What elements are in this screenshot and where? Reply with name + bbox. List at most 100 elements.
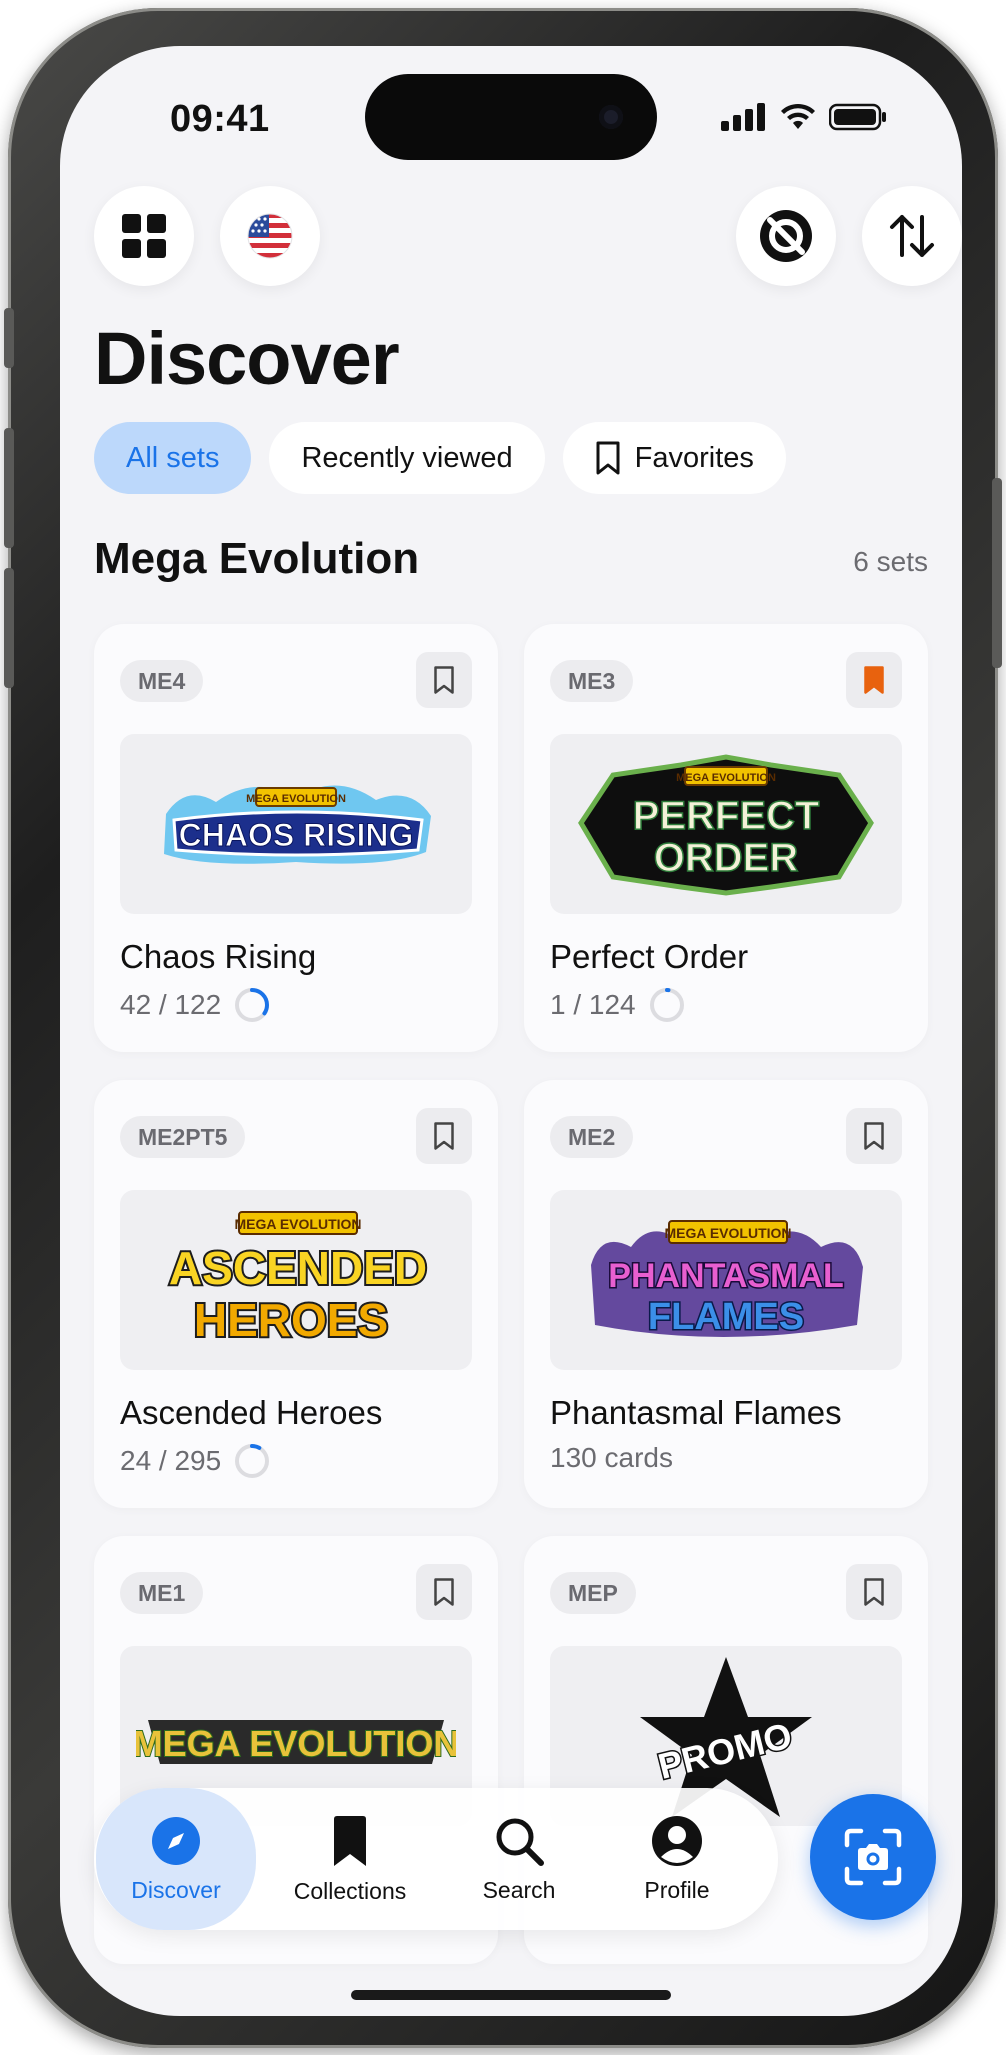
home-indicator — [351, 1990, 671, 2000]
set-progress: 24 / 295 — [120, 1442, 271, 1480]
bookmark-button[interactable] — [846, 1108, 902, 1164]
chip-label: Favorites — [634, 441, 754, 474]
set-card-count: 130 cards — [550, 1442, 673, 1473]
chip-label: Recently viewed — [301, 441, 513, 474]
set-name: Chaos Rising — [120, 938, 317, 975]
set-code-badge: ME2PT5 — [120, 1116, 246, 1158]
chip-all-sets[interactable]: All sets — [94, 422, 252, 494]
power-button — [992, 478, 1002, 668]
scan-camera-icon — [844, 1828, 902, 1886]
svg-text:MEGA EVOLUTION: MEGA EVOLUTION — [136, 1723, 456, 1764]
battery-icon — [829, 103, 886, 131]
chip-favorites[interactable]: Favorites — [562, 422, 786, 494]
bookmark-button[interactable] — [416, 1108, 472, 1164]
set-progress: 42 / 122 — [120, 986, 271, 1024]
bookmark-filled-icon — [864, 666, 884, 694]
lens-filter-button[interactable] — [736, 186, 836, 286]
tab-search[interactable]: Search — [444, 1788, 594, 1930]
dynamic-island — [365, 74, 657, 160]
svg-text:PHANTASMAL: PHANTASMAL — [608, 1257, 843, 1295]
set-name: Phantasmal Flames — [550, 1394, 842, 1431]
chaos-rising-logo: MEGA EVOLUTION CHAOS RISING — [164, 785, 431, 864]
status-icons — [721, 103, 887, 131]
chip-recently-viewed[interactable]: Recently viewed — [269, 422, 545, 494]
bookmark-filled-icon — [334, 1815, 366, 1866]
bookmark-outline-icon — [434, 1578, 454, 1606]
action-button — [4, 308, 14, 368]
set-card[interactable]: ME2PT5 MEGA EVOLUTION ASCENDED HEROES As… — [94, 1080, 498, 1508]
tab-label: Collections — [293, 1877, 407, 1904]
wifi-icon — [781, 103, 815, 129]
us-flag-icon — [247, 213, 293, 259]
svg-text:ASCENDED: ASCENDED — [169, 1242, 427, 1294]
filter-chips: All sets Recently viewed Favorites — [94, 422, 786, 494]
lens-icon — [760, 210, 812, 262]
tab-label: Profile — [644, 1876, 710, 1903]
bookmark-button[interactable] — [846, 1564, 902, 1620]
phone-frame: 09:41 Discover All sets Recently viewed … — [4, 8, 1002, 2048]
svg-text:MEGA EVOLUTION: MEGA EVOLUTION — [234, 1216, 361, 1232]
set-code-badge: ME2 — [550, 1116, 634, 1158]
progress-ring-track — [235, 1444, 270, 1478]
set-progress-count: 1 / 124 — [550, 989, 636, 1020]
set-name: Ascended Heroes — [120, 1394, 383, 1431]
bookmark-outline-icon — [864, 1122, 884, 1150]
region-button[interactable] — [220, 186, 320, 286]
progress-ring — [235, 1444, 270, 1478]
bookmark-outline-icon — [434, 1122, 454, 1150]
tab-label: Search — [482, 1876, 556, 1903]
mega-evolution-logo: MEGA EVOLUTION — [136, 1720, 456, 1765]
tab-discover[interactable]: Discover — [96, 1788, 256, 1930]
status-time: 09:41 — [170, 98, 270, 140]
grid-icon — [122, 214, 166, 258]
bookmark-button[interactable] — [846, 652, 902, 708]
volume-down-button — [4, 568, 14, 688]
set-progress: 130 cards — [550, 1442, 673, 1474]
perfect-order-logo: MEGA EVOLUTION PERFECT ORDER — [578, 754, 874, 896]
svg-text:FLAMES: FLAMES — [648, 1296, 804, 1338]
set-card[interactable]: ME2 MEGA EVOLUTION PHANTASMAL FLAMES Pha… — [524, 1080, 928, 1508]
set-name: Perfect Order — [550, 938, 749, 975]
set-code-badge: MEP — [550, 1572, 636, 1614]
tab-collections[interactable]: Collections — [264, 1788, 436, 1930]
set-progress: 1 / 124 — [550, 986, 686, 1024]
set-progress-count: 24 / 295 — [120, 1445, 222, 1476]
progress-ring — [235, 988, 270, 1022]
progress-ring — [649, 988, 684, 1022]
set-logo: MEGA EVOLUTION PHANTASMAL FLAMES — [550, 1190, 902, 1370]
set-progress-count: 42 / 122 — [120, 989, 222, 1020]
bookmark-button[interactable] — [416, 652, 472, 708]
set-logo: MEGA EVOLUTION ASCENDED HEROES — [120, 1190, 472, 1370]
sort-arrows-icon — [890, 215, 934, 257]
set-code-badge: ME4 — [120, 660, 204, 702]
cellular-signal-icon — [721, 103, 765, 131]
volume-up-button — [4, 428, 14, 548]
bookmark-outline-icon — [596, 441, 620, 475]
bookmark-outline-icon — [864, 1578, 884, 1606]
phantasmal-flames-logo: MEGA EVOLUTION PHANTASMAL FLAMES — [591, 1220, 863, 1340]
page-title: Discover — [94, 317, 400, 400]
screen: 09:41 Discover All sets Recently viewed … — [60, 46, 962, 2016]
progress-ring-track — [649, 988, 684, 1022]
bookmark-button[interactable] — [416, 1564, 472, 1620]
set-card[interactable]: ME4 MEGA EVOLUTION CHAOS RISING Chaos Ri… — [94, 624, 498, 1052]
sort-button[interactable] — [862, 186, 962, 286]
svg-text:HEROES: HEROES — [194, 1294, 388, 1346]
svg-text:CHAOS RISING: CHAOS RISING — [179, 817, 414, 853]
tab-profile[interactable]: Profile — [602, 1788, 752, 1930]
ascended-heroes-logo: MEGA EVOLUTION ASCENDED HEROES — [167, 1211, 429, 1348]
grid-view-button[interactable] — [94, 186, 194, 286]
svg-text:MEGA EVOLUTION: MEGA EVOLUTION — [664, 1225, 791, 1241]
set-card[interactable]: ME3 MEGA EVOLUTION PERFECT ORDER Perfect… — [524, 624, 928, 1052]
chip-label: All sets — [126, 441, 220, 474]
svg-text:MEGA EVOLUTION: MEGA EVOLUTION — [676, 772, 776, 784]
set-logo: MEGA EVOLUTION CHAOS RISING — [120, 734, 472, 914]
set-code-badge: ME1 — [120, 1572, 204, 1614]
tab-label: Discover — [131, 1876, 221, 1903]
svg-text:MEGA EVOLUTION: MEGA EVOLUTION — [246, 793, 346, 805]
section-title: Mega Evolution — [94, 534, 420, 583]
svg-text:ORDER: ORDER — [654, 836, 799, 880]
scan-button[interactable] — [810, 1794, 936, 1920]
svg-text:PERFECT: PERFECT — [633, 794, 820, 838]
section-count: 6 sets — [853, 546, 928, 577]
